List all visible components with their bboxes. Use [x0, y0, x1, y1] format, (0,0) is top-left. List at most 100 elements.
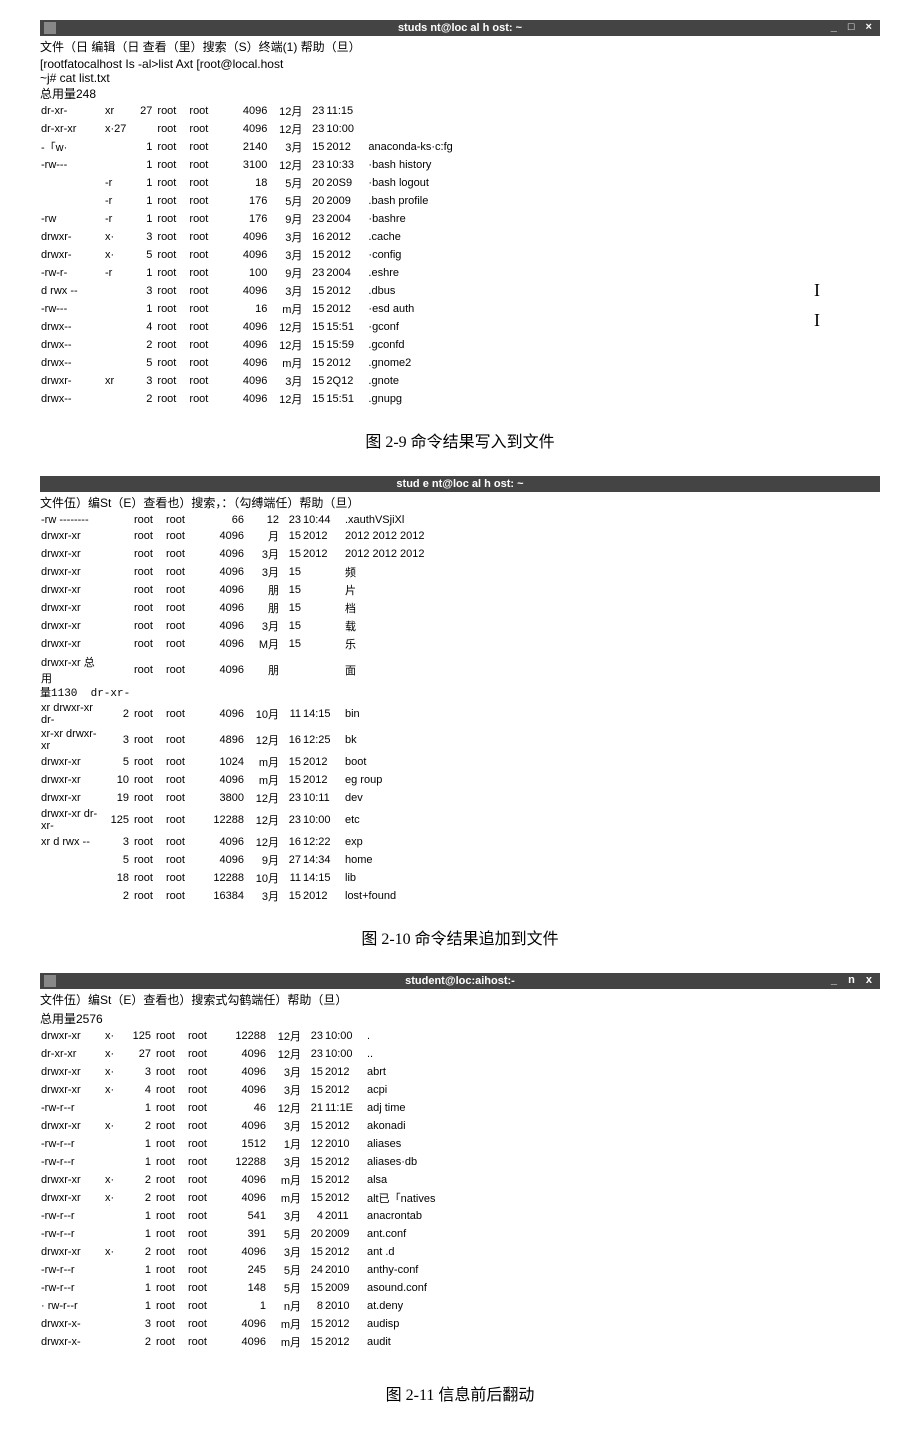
cell-time: 2012 — [324, 1153, 366, 1171]
cell-own: root — [133, 789, 165, 807]
cell-grp: root — [165, 727, 201, 753]
cell-size: 4096 — [224, 354, 271, 372]
cell-grp: root — [187, 1225, 223, 1243]
cell-perm — [40, 192, 104, 210]
cell-lnk: 1 — [126, 1153, 155, 1171]
cell-day: 15 — [302, 1117, 324, 1135]
cell-dot: x· — [104, 1045, 126, 1063]
cell-perm — [40, 887, 104, 905]
cell-time: 20S9 — [325, 174, 367, 192]
cell-time: 10:00 — [324, 1027, 366, 1045]
cell-time: 11:15 — [325, 102, 367, 120]
cell-day: 15 — [280, 887, 302, 905]
cell-perm: drwxr- — [40, 372, 104, 390]
cell-day: 15 — [280, 635, 302, 653]
cell-perm: drwxr-x- — [40, 1315, 104, 1333]
window-controls[interactable]: _ □ × — [831, 21, 876, 33]
terminal-window-3: student@loc:aihost:- _ n x 文件伍）编St（E）查看也… — [40, 973, 880, 1351]
cell-perm: drwxr-xr 总用 — [40, 653, 104, 687]
cell-size: 4096 — [201, 599, 248, 617]
cell-day: 15 — [302, 1189, 324, 1207]
cell-perm: · rw-r--r — [40, 1297, 104, 1315]
cell-name: .eshre — [367, 264, 453, 282]
cell-day: 23 — [303, 156, 325, 174]
cell-perm: xr drwxr-xr dr- — [40, 701, 104, 727]
cell-lnk: 2 — [127, 336, 156, 354]
cell-mon: 3月 — [248, 887, 280, 905]
cell-mon: m月 — [271, 354, 303, 372]
cell-size: 245 — [223, 1261, 270, 1279]
cell-perm: -rw-r--r — [40, 1153, 104, 1171]
cell-day: 24 — [302, 1261, 324, 1279]
cell-size: 148 — [223, 1279, 270, 1297]
cell-name: aliases·db — [366, 1153, 436, 1171]
cell-grp: root — [165, 771, 201, 789]
cell-name: ·bash logout — [367, 174, 453, 192]
cell-size: 4096 — [224, 318, 271, 336]
cell-own: root — [156, 120, 188, 138]
cell-size: 1 — [223, 1297, 270, 1315]
cell-mon: 5月 — [270, 1279, 302, 1297]
cell-mon: 12月 — [270, 1099, 302, 1117]
cell-own: root — [156, 372, 188, 390]
cell-day: 15 — [302, 1243, 324, 1261]
cell-grp: root — [187, 1207, 223, 1225]
cell-dot — [104, 354, 127, 372]
cell-grp: root — [165, 581, 201, 599]
cell-mon: 12月 — [271, 156, 303, 174]
cell-day: 15 — [302, 1063, 324, 1081]
cell-dot — [104, 336, 127, 354]
menubar-3[interactable]: 文件伍）编St（E）查看也）搜索式勾鹤端任）帮助（旦） — [40, 989, 880, 1010]
table-row: drwxr-xrx·2rootroot4096m月152012alsa — [40, 1171, 436, 1189]
table-row: drwxr-xrrootroot4096月1520122012 2012 201… — [40, 527, 426, 545]
cell-perm: drwxr-xr — [40, 635, 104, 653]
cell-lnk — [104, 581, 133, 599]
cell-name: .. — [366, 1045, 436, 1063]
table-row: dr-xr-xrx·27rootroot409612月2310:00.. — [40, 1045, 436, 1063]
table-row: drwxr-xrrootroot4096M月15乐 — [40, 635, 426, 653]
cell-perm: drwxr-x- — [40, 1333, 104, 1351]
cell-own: root — [155, 1027, 187, 1045]
cell-lnk: 3 — [127, 372, 156, 390]
table-row: drwx--4rootroot409612月1515:51·gconf — [40, 318, 454, 336]
cell-time: 2012 — [324, 1117, 366, 1135]
cell-lnk: 1 — [126, 1207, 155, 1225]
cell-time: 2012 — [324, 1243, 366, 1261]
cell-day: 23 — [303, 120, 325, 138]
caption-2: 图 2-10 命令结果追加到文件 — [40, 925, 880, 949]
cell-size: 4096 — [223, 1333, 270, 1351]
cell-perm: -rw--- — [40, 300, 104, 318]
window-controls[interactable]: _ n x — [831, 974, 876, 986]
cell-time: 2010 — [324, 1297, 366, 1315]
cell-lnk: 1 — [127, 156, 156, 174]
cell-grp: root — [165, 653, 201, 687]
menubar-2[interactable]: 文件伍）编St（E）查看也）搜索，：（勾缚端任）帮助（旦） — [40, 492, 880, 513]
menubar-1[interactable]: 文件（日 编辑（日 查看（里）搜索（S）终端(1) 帮助（旦） — [40, 36, 880, 57]
cell-size: 4096 — [223, 1189, 270, 1207]
total-line-1: 总用量248 — [40, 85, 880, 102]
cell-name: anthy-conf — [366, 1261, 436, 1279]
cell-size: 4096 — [201, 563, 248, 581]
cell-mon: 12月 — [248, 807, 280, 833]
cell-dot — [104, 390, 127, 408]
cell-name: .gconfd — [367, 336, 453, 354]
cell-time: 2004 — [325, 264, 367, 282]
cell-size: 4096 — [224, 102, 271, 120]
cell-lnk — [104, 513, 133, 527]
cell-size: 66 — [201, 513, 248, 527]
cell-perm: drwxr-xr — [40, 1171, 104, 1189]
cell-time: 12:25 — [302, 727, 344, 753]
cell-perm: -rw-r--r — [40, 1261, 104, 1279]
cell-day: 15 — [303, 354, 325, 372]
file-listing-2a: -rw --------rootroot66122310:44.xauthVSj… — [40, 513, 426, 687]
cell-name — [367, 120, 453, 138]
cell-perm: d rwx -- — [40, 282, 104, 300]
cell-grp: root — [165, 701, 201, 727]
caption-1: 图 2-9 命令结果写入到文件 I — [40, 428, 880, 452]
cell-perm: -rw-r--r — [40, 1207, 104, 1225]
cell-day: 23 — [280, 789, 302, 807]
cell-size: 4096 — [201, 527, 248, 545]
cell-day: 23 — [303, 102, 325, 120]
table-row: drwx--2rootroot409612月1515:59.gconfd — [40, 336, 454, 354]
cell-own: root — [155, 1315, 187, 1333]
